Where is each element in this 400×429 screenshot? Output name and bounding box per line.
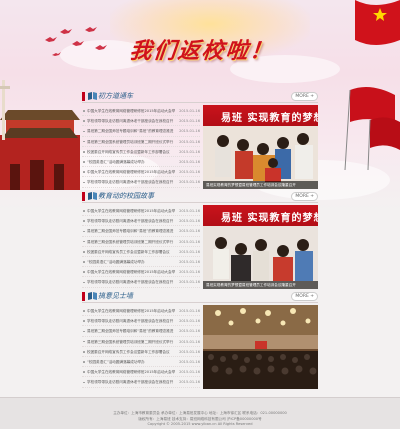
tiananmen-icon xyxy=(0,80,80,190)
section-header: 教育动的校园故事 MORE + xyxy=(82,190,318,203)
section-2: 教育动的校园故事 MORE + 中国大学生在线教育网络管理研修班2015年启动大… xyxy=(82,190,318,291)
list-item[interactable]: 中国大学生在线教育网络管理研修班2015年启动大会举行 2015-01-16 xyxy=(82,267,200,278)
hero-title: 我们返校啦！ xyxy=(128,39,276,64)
section-3: 搞意见士墙 MORE + 中国大学生在线教育网络管理研修班2015年启动大会举行… xyxy=(82,290,318,391)
more-link[interactable]: MORE + xyxy=(291,192,318,201)
book-icon xyxy=(88,192,97,200)
list-item[interactable]: 易班第二期全国师范专题培训和“易班”的教育理念推进 2015-01-16 xyxy=(82,126,200,137)
section-marker xyxy=(82,292,85,301)
list-item[interactable]: 易班第三期全国系统管理员培训班第二期开班仪式举行 2015-01-16 xyxy=(82,337,200,347)
section-marker xyxy=(82,92,85,101)
list-item[interactable]: 校团委召开网络宣传员工作会议暨新年工作部署会议 2015-01-16 xyxy=(82,347,200,357)
photo-banner: 易班 实现教育的梦想 xyxy=(203,205,318,226)
section-title: 教育动的校园故事 xyxy=(98,192,154,200)
list-item[interactable]: “校园英语汇”活动圆满落幕成功举办 2015-01-16 xyxy=(82,157,200,168)
list-item[interactable]: 易班第二期全国师范专题培训和“易班”的教育理念推进 2015-01-16 xyxy=(82,326,200,337)
list-item[interactable]: 易班第三期全国系统管理员培训班第二期开班仪式举行 2015-01-16 xyxy=(82,137,200,147)
list-item[interactable]: 学校领导带队走访慰问离退休老干部座谈会在我校召开 2015-01-16 xyxy=(82,277,200,288)
more-link[interactable]: MORE + xyxy=(291,92,318,101)
news-list: 中国大学生在线教育网络管理研修班2015年启动大会举行 2015-01-16 学校… xyxy=(82,106,200,188)
auditorium-photo-icon xyxy=(203,305,318,389)
more-link[interactable]: MORE + xyxy=(291,292,318,301)
list-item[interactable]: 学校领导带队走访慰问离退休老干部座谈会在我校召开 2015-01-16 xyxy=(82,216,200,227)
doves-icon xyxy=(45,27,107,56)
section-title: 搞意见士墙 xyxy=(98,292,133,300)
list-item[interactable]: 学校领导带队走访慰问离退休老干部座谈会在我校召开 2015-01-16 xyxy=(82,116,200,127)
news-photo[interactable]: 易班 实现教育的梦想 易班实现教育的梦想暨易班管理员工作培训会议隆重召开 xyxy=(203,105,318,189)
list-item[interactable]: 学校领导带队走访慰问离退休老干部座谈会在我校召开 2015-01-16 xyxy=(82,377,200,388)
news-photo[interactable]: 易班 实现教育的梦想 易班实现教育的梦想暨易班管理员工作培训会议隆重召开 xyxy=(203,205,318,289)
section-title: 初方道通车 xyxy=(98,92,133,100)
list-item[interactable]: 中国大学生在线教育网络管理研修班2015年启动大会举行 2015-01-16 xyxy=(82,306,200,317)
photo-caption: 易班实现教育的梦想暨易班管理员工作培训会议隆重召开 xyxy=(203,281,318,289)
footer-copyright: Copyright © 2005-2015 www.yiban.cn All R… xyxy=(147,422,253,426)
list-item[interactable]: 校团委召开网络宣传员工作会议暨新年工作部署会议 2015-01-16 xyxy=(82,247,200,257)
list-item[interactable]: 校团委召开网络宣传员工作会议暨新年工作部署会议 2015-01-16 xyxy=(82,147,200,157)
list-item[interactable]: 中国大学生在线教育网络管理研修班2015年启动大会举行 2015-01-16 xyxy=(82,106,200,117)
list-item[interactable]: 中国大学生在线教育网络管理研修班2015年启动大会举行 2015-01-16 xyxy=(82,367,200,378)
section-1: 初方道通车 MORE + 中国大学生在线教育网络管理研修班2015年启动大会举行… xyxy=(82,90,318,191)
news-list: 中国大学生在线教育网络管理研修班2015年启动大会举行 2015-01-16 学校… xyxy=(82,306,200,388)
list-item[interactable]: 中国大学生在线教育网络管理研修班2015年启动大会举行 2015-01-16 xyxy=(82,206,200,217)
news-list: 中国大学生在线教育网络管理研修班2015年启动大会举行 2015-01-16 学校… xyxy=(82,206,200,288)
section-header: 搞意见士墙 MORE + xyxy=(82,290,318,303)
footer: 主办单位：上海市教育委员会 承办单位：上海易班发展中心 地址：上海市徐汇区 联系… xyxy=(0,397,400,429)
red-flags-icon xyxy=(344,0,400,170)
list-item[interactable]: 学校领导带队走访慰问离退休老干部座谈会在我校召开 2015-01-16 xyxy=(82,316,200,327)
book-icon xyxy=(88,92,97,100)
list-item[interactable]: 易班第二期全国师范专题培训和“易班”的教育理念推进 2015-01-16 xyxy=(82,226,200,237)
section-header: 初方道通车 MORE + xyxy=(82,90,318,103)
list-item[interactable]: 学校领导带队走访慰问离退休老干部座谈会在我校召开 2015-01-16 xyxy=(82,177,200,188)
list-item[interactable]: 易班第三期全国系统管理员培训班第二期开班仪式举行 2015-01-16 xyxy=(82,237,200,247)
list-item[interactable]: “校园英语汇”活动圆满落幕成功举办 2015-01-16 xyxy=(82,257,200,268)
section-marker xyxy=(82,192,85,201)
list-item[interactable]: “校园英语汇”活动圆满落幕成功举办 2015-01-16 xyxy=(82,357,200,368)
book-icon xyxy=(88,292,97,300)
news-photo[interactable] xyxy=(203,305,318,389)
photo-caption: 易班实现教育的梦想暨易班管理员工作培训会议隆重召开 xyxy=(203,181,318,189)
list-item[interactable]: 中国大学生在线教育网络管理研修班2015年启动大会举行 2015-01-16 xyxy=(82,167,200,178)
photo-banner: 易班 实现教育的梦想 xyxy=(203,105,318,126)
